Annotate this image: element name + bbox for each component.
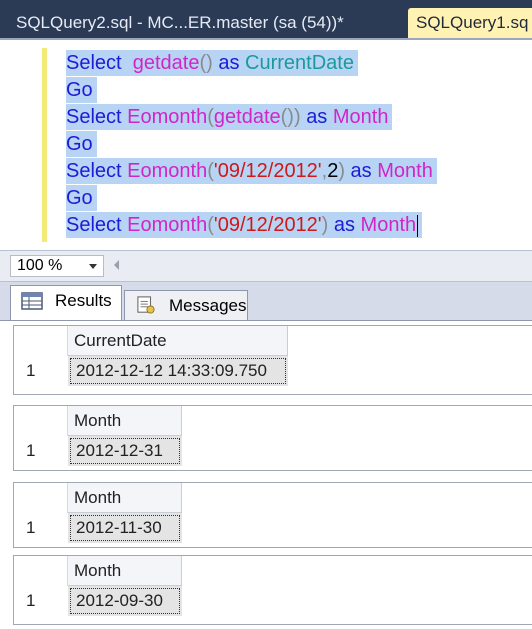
query-editor[interactable]: Select getdate() as CurrentDate Go Selec… xyxy=(0,38,532,250)
row-number[interactable]: 1 xyxy=(14,513,68,543)
grid-corner xyxy=(14,483,68,513)
function-getdate: getdate xyxy=(132,52,200,74)
zoom-bar: 100 % xyxy=(0,250,532,282)
function-eomonth: Eomonth xyxy=(127,160,208,182)
grid-corner xyxy=(14,406,68,436)
column-header[interactable]: CurrentDate xyxy=(68,326,288,356)
alias-month: Month xyxy=(360,214,417,236)
messages-icon xyxy=(137,296,155,314)
alias-month: Month xyxy=(332,106,389,128)
grid-corner xyxy=(14,556,68,586)
tab-results-label: Results xyxy=(55,291,112,310)
code-line-go-2[interactable]: Go xyxy=(66,131,97,157)
paren: ( xyxy=(207,214,214,236)
result-grid-3[interactable]: Month 1 2012-11-30 xyxy=(13,482,532,548)
keyword-as: as xyxy=(306,106,328,128)
grid-cell[interactable]: 2012-12-12 14:33:09.750 xyxy=(68,356,288,386)
string-literal: '09/12/2012' xyxy=(213,214,322,236)
keyword-as: as xyxy=(350,160,372,182)
number-literal: 2 xyxy=(327,160,339,182)
chevron-down-icon[interactable] xyxy=(89,264,97,269)
function-eomonth: Eomonth xyxy=(127,106,208,128)
keyword-as: as xyxy=(218,52,240,74)
change-margin-bar xyxy=(42,48,47,242)
results-pane: CurrentDate 1 2012-12-12 14:33:09.750 Mo… xyxy=(0,320,532,629)
code-line-3[interactable]: Select Eomonth('09/12/2012',2) as Month xyxy=(66,158,437,184)
tab-messages-label: Messages xyxy=(169,296,247,315)
function-eomonth: Eomonth xyxy=(127,214,208,236)
keyword-go: Go xyxy=(66,187,93,209)
row-number[interactable]: 1 xyxy=(14,356,68,386)
paren: ( xyxy=(207,106,214,128)
keyword-as: as xyxy=(333,214,355,236)
result-grid-4[interactable]: Month 1 2012-09-30 xyxy=(13,555,532,625)
tab-results[interactable]: Results xyxy=(10,285,122,320)
keyword-select: Select xyxy=(66,160,122,182)
column-header[interactable]: Month xyxy=(68,406,182,436)
code-line-4[interactable]: Select Eomonth('09/12/2012') as Month xyxy=(66,212,423,238)
keyword-select: Select xyxy=(66,106,122,128)
string-literal: '09/12/2012' xyxy=(213,160,322,182)
zoom-value: 100 % xyxy=(17,257,63,274)
row-number[interactable]: 1 xyxy=(14,586,68,616)
tab-messages[interactable]: Messages xyxy=(124,290,248,320)
paren: ) xyxy=(321,214,329,236)
text-caret xyxy=(417,214,419,237)
code-line-2[interactable]: Select Eomonth(getdate()) as Month xyxy=(66,104,393,130)
function-getdate: getdate xyxy=(213,106,281,128)
grid-cell[interactable]: 2012-11-30 xyxy=(68,513,182,543)
alias-month: Month xyxy=(377,160,433,182)
code-line-go-1[interactable]: Go xyxy=(66,77,97,103)
grid-corner xyxy=(14,326,68,356)
keyword-select: Select xyxy=(66,214,122,236)
code-line-1[interactable]: Select getdate() as CurrentDate xyxy=(66,50,358,76)
paren: ) xyxy=(293,106,301,128)
keyword-select: Select xyxy=(66,52,122,74)
result-grid-2[interactable]: Month 1 2012-12-31 xyxy=(13,405,532,471)
alias-currentdate: CurrentDate xyxy=(245,52,354,74)
grid-icon xyxy=(21,292,43,310)
column-header[interactable]: Month xyxy=(68,556,182,586)
keyword-go: Go xyxy=(66,79,93,101)
column-header[interactable]: Month xyxy=(68,483,182,513)
grid-cell[interactable]: 2012-09-30 xyxy=(68,586,182,616)
paren: ( xyxy=(207,160,214,182)
document-tab-bar: SQLQuery2.sql - MC...ER.master (sa (54))… xyxy=(0,0,532,38)
grid-cell[interactable]: 2012-12-31 xyxy=(68,436,182,466)
results-tab-strip: Results Messages xyxy=(0,282,532,320)
result-grid-1[interactable]: CurrentDate 1 2012-12-12 14:33:09.750 xyxy=(13,325,532,395)
row-number[interactable]: 1 xyxy=(14,436,68,466)
paren: ) xyxy=(338,160,345,182)
tab-sqlquery2[interactable]: SQLQuery2.sql - MC...ER.master (sa (54))… xyxy=(8,8,406,38)
arrow-left-icon[interactable] xyxy=(114,260,119,270)
zoom-select[interactable]: 100 % xyxy=(10,255,104,277)
tab-sqlquery1[interactable]: SQLQuery1.sq xyxy=(408,8,532,38)
paren: () xyxy=(280,106,294,128)
keyword-go: Go xyxy=(66,133,93,155)
code-line-go-3[interactable]: Go xyxy=(66,185,97,211)
paren: ) xyxy=(206,52,213,74)
